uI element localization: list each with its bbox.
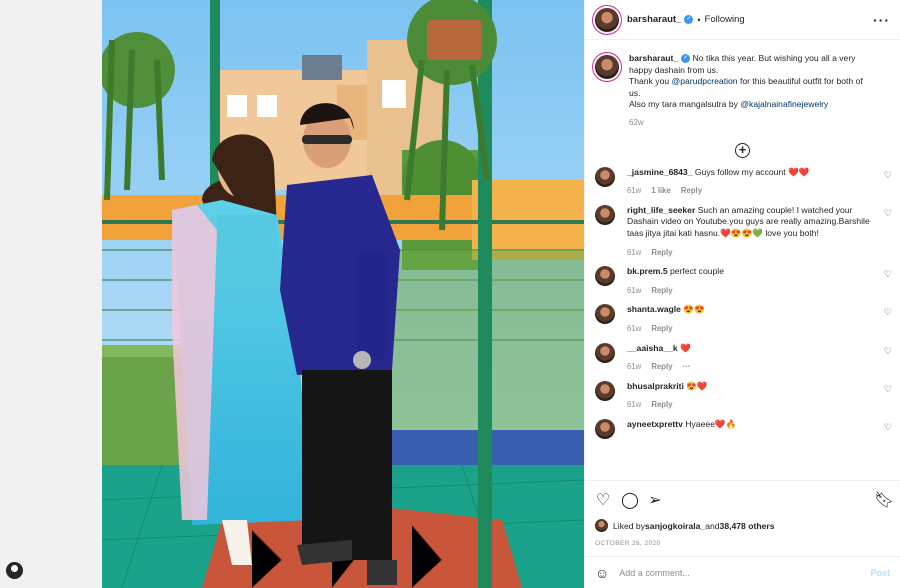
commenter-avatar[interactable] xyxy=(595,304,615,325)
post-actions: ♡ ◯ ➢ 🔖︎ Liked by sanjogkoirala_ and 38,… xyxy=(585,480,900,548)
mention-link-parudpcreation[interactable]: @parudpcreation xyxy=(672,76,738,86)
liked-by-prefix: Liked by xyxy=(613,520,646,531)
caption-username[interactable]: barsharaut_ xyxy=(629,53,678,63)
comment-username[interactable]: bk.prem.5 xyxy=(627,266,668,276)
comment-like-heart-icon[interactable]: ♡ xyxy=(884,208,892,219)
comment-item: bhusalprakriti 😍❤️ 61w Reply ♡ xyxy=(585,380,900,411)
comment-username[interactable]: ayneetxprettv xyxy=(627,419,683,429)
comment-username[interactable]: bhusalprakriti xyxy=(627,381,684,391)
comment-text: perfect couple xyxy=(670,266,724,277)
comment-item: right_life_seeker Such an amazing couple… xyxy=(585,204,900,259)
comment-item: shanta.wagle 😍😍 61w Reply ♡ xyxy=(585,304,900,334)
author-username[interactable]: barsharaut_ xyxy=(627,14,681,25)
commenter-avatar[interactable] xyxy=(595,342,615,363)
caption-verified-icon: ✓ xyxy=(681,54,691,64)
comment-item: bk.prem.5 perfect couple 61w Reply ♡ xyxy=(585,266,900,296)
comment-time: 61w xyxy=(627,186,642,196)
add-comment-input[interactable]: Add a comment... xyxy=(619,568,690,578)
couple-photo-illustration xyxy=(102,0,584,588)
comment-reply-button[interactable]: Reply xyxy=(651,285,672,297)
post-photo[interactable] xyxy=(102,0,584,588)
commenter-avatar[interactable] xyxy=(595,380,615,401)
comment-like-heart-icon[interactable]: ♡ xyxy=(884,269,892,280)
caption-author-avatar[interactable] xyxy=(595,55,619,79)
separator-dot: • xyxy=(697,14,701,25)
comment-time: 61w xyxy=(627,323,642,333)
comments-scroll-area[interactable]: barsharaut_ ✓ No tika this year. But wish… xyxy=(585,41,900,480)
commenter-avatar[interactable] xyxy=(595,204,615,225)
save-bookmark-icon[interactable]: 🔖︎ xyxy=(874,493,894,509)
comment-text: ❤️ xyxy=(680,342,691,353)
plus-circle-icon: + xyxy=(735,142,750,158)
following-button[interactable]: Following xyxy=(705,14,745,25)
comment-bubble-icon[interactable]: ◯ xyxy=(621,493,639,509)
post-comment-button[interactable]: Post xyxy=(870,568,890,578)
comment-options-icon[interactable]: ··· xyxy=(683,361,691,373)
comment-time: 61w xyxy=(627,362,642,372)
comment-like-heart-icon[interactable]: ♡ xyxy=(884,307,892,318)
like-heart-icon[interactable]: ♡ xyxy=(595,493,611,509)
caption-text: barsharaut_ ✓ No tika this year. But wish… xyxy=(629,53,875,129)
post-header: barsharaut_ ✓ • Following ··· xyxy=(585,0,900,40)
caption-timestamp: 62w xyxy=(629,117,644,127)
comment-reply-button[interactable]: Reply xyxy=(681,185,702,197)
comment-text: Hyaeee❤️🔥 xyxy=(685,418,737,429)
profile-menu-icon[interactable] xyxy=(6,562,23,579)
commenter-avatar[interactable] xyxy=(595,418,615,439)
comment-like-count[interactable]: 1 like xyxy=(651,185,671,197)
post-date: OCTOBER 26, 2020 xyxy=(595,540,661,547)
post-side-panel: barsharaut_ ✓ • Following ··· barsharaut… xyxy=(584,0,900,588)
liked-by-summary: Liked by sanjogkoirala_ and 38,478 other… xyxy=(595,519,890,532)
comment-time: 61w xyxy=(627,285,642,295)
comment-reply-button[interactable]: Reply xyxy=(651,361,672,373)
more-options-icon[interactable]: ··· xyxy=(873,13,890,27)
verified-badge-icon: ✓ xyxy=(684,15,694,24)
share-send-icon[interactable]: ➢ xyxy=(647,493,663,509)
comment-username[interactable]: _jasmine_6843_ xyxy=(627,167,692,177)
comment-item: __aaisha__k ❤️ 61w Reply ··· ♡ xyxy=(585,342,900,373)
comment-like-heart-icon[interactable]: ♡ xyxy=(884,422,892,433)
comment-item: _jasmine_6843_ Guys follow my account ❤️… xyxy=(585,166,900,197)
emoji-picker-icon[interactable]: ☺ xyxy=(595,565,609,581)
comment-username[interactable]: __aaisha__k xyxy=(627,343,678,353)
liker-avatar[interactable] xyxy=(595,519,608,532)
add-comment-bar: ☺ Add a comment... Post xyxy=(585,556,900,588)
comment-time: 61w xyxy=(627,400,642,410)
post-caption: barsharaut_ ✓ No tika this year. But wish… xyxy=(585,41,900,129)
instagram-post-modal: barsharaut_ ✓ • Following ··· barsharaut… xyxy=(0,0,900,588)
comment-reply-button[interactable]: Reply xyxy=(651,399,672,411)
load-more-comments-button[interactable]: + xyxy=(585,141,900,159)
comment-username[interactable]: shanta.wagle xyxy=(627,304,681,314)
mention-link-kajalnainafinejewelry[interactable]: @kajalnainafinejewelry xyxy=(740,99,828,109)
liked-by-others-link[interactable]: 38,478 others xyxy=(720,521,775,531)
comment-username[interactable]: right_life_seeker xyxy=(627,205,695,215)
comment-like-heart-icon[interactable]: ♡ xyxy=(884,346,892,357)
commenter-avatar[interactable] xyxy=(595,266,615,287)
liked-by-and: and xyxy=(705,520,720,531)
comment-like-heart-icon[interactable]: ♡ xyxy=(884,170,892,181)
comment-like-heart-icon[interactable]: ♡ xyxy=(884,384,892,395)
commenter-avatar[interactable] xyxy=(595,166,615,187)
comment-time: 61w xyxy=(627,247,642,257)
caption-thanks-prefix: Thank you xyxy=(629,76,672,87)
comment-text: Guys follow my account ❤️❤️ xyxy=(694,166,810,177)
comment-item: ayneetxprettv Hyaeee❤️🔥 ♡ xyxy=(585,418,900,439)
comment-text: 😍❤️ xyxy=(686,380,708,391)
comment-text: 😍😍 xyxy=(683,304,705,315)
comment-reply-button[interactable]: Reply xyxy=(651,247,672,259)
comment-reply-button[interactable]: Reply xyxy=(651,323,672,335)
caption-also-prefix: Also my tara mangalsutra by xyxy=(629,99,741,110)
author-avatar[interactable] xyxy=(595,7,619,32)
liked-by-user-link[interactable]: sanjogkoirala_ xyxy=(645,521,705,531)
